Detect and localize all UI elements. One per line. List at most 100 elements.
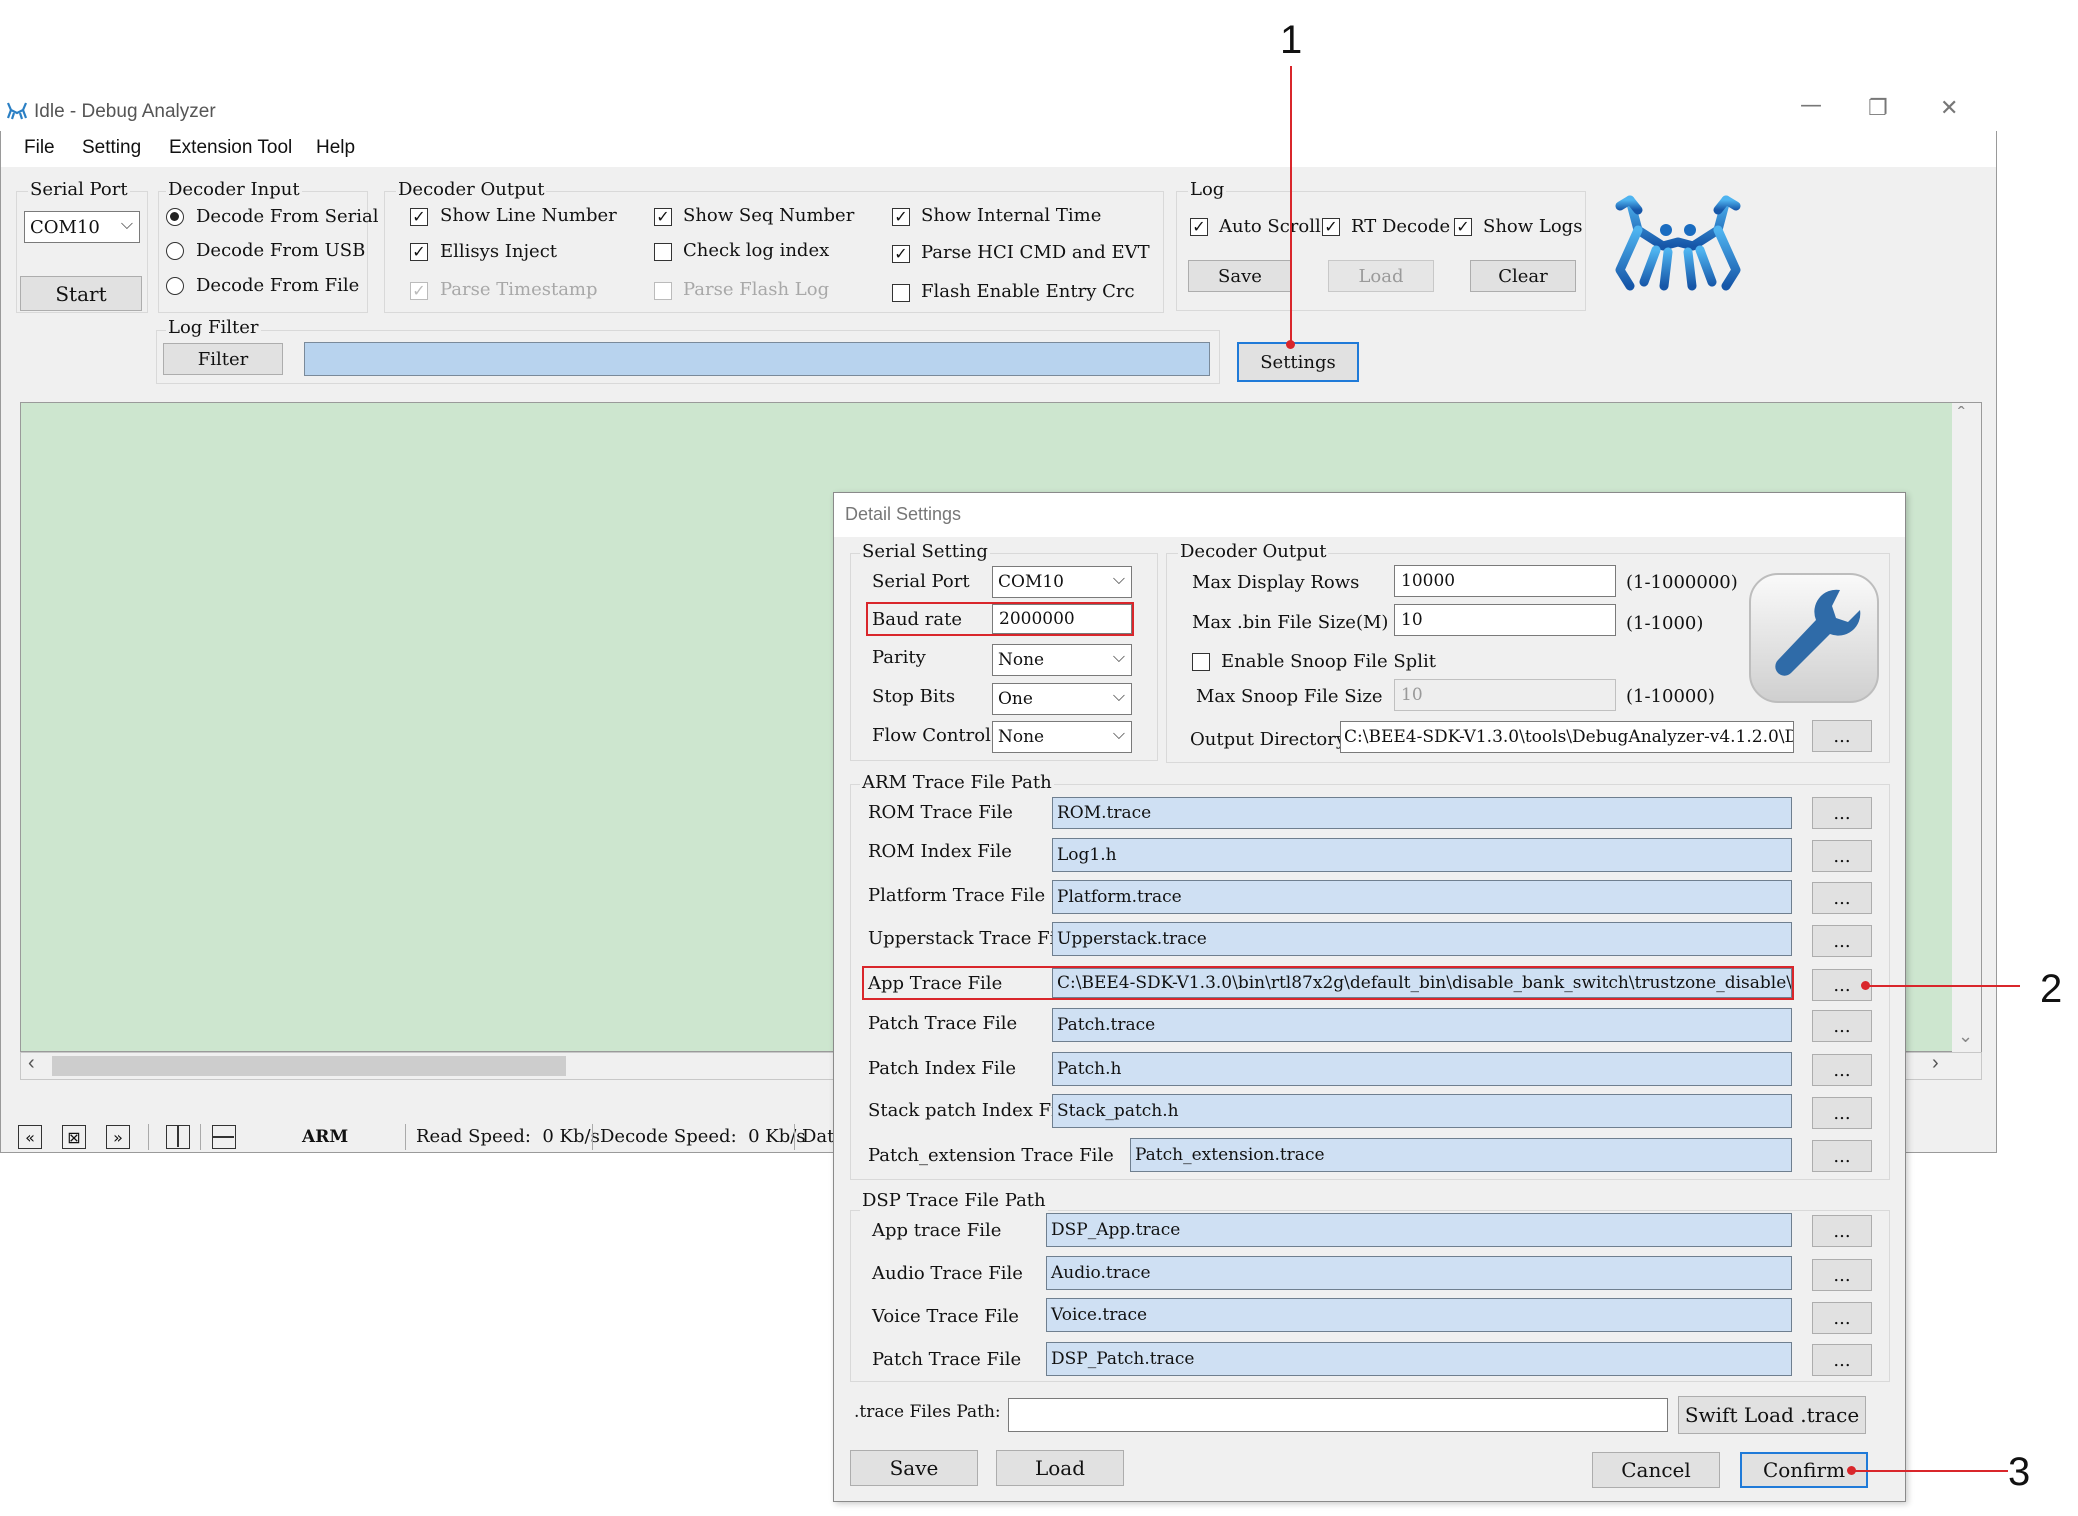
patch-index-input[interactable]: Patch.h — [1052, 1052, 1792, 1086]
start-button[interactable]: Start — [20, 276, 142, 311]
rt-decode-checkbox[interactable]: ✓ — [1322, 218, 1340, 236]
stack-patch-index-input[interactable]: Stack_patch.h — [1052, 1094, 1792, 1128]
rom-trace-browse-button[interactable]: ... — [1812, 797, 1872, 829]
output-directory-input[interactable]: C:\BEE4-SDK-V1.3.0\tools\DebugAnalyzer-v… — [1340, 721, 1794, 753]
log-clear-button[interactable]: Clear — [1470, 260, 1576, 292]
close-icon[interactable]: ✕ — [1940, 96, 1958, 121]
snoop-split-checkbox[interactable] — [1192, 653, 1210, 671]
restore-icon[interactable]: ❐ — [1868, 96, 1888, 121]
detail-serial-port-combo[interactable]: COM10 ⌵ — [992, 566, 1132, 598]
scroll-up-icon[interactable]: ˆ — [1958, 404, 1965, 427]
baud-rate-input[interactable]: 2000000 — [992, 604, 1132, 634]
status-separator — [148, 1124, 149, 1150]
scroll-left-icon[interactable]: ‹ — [28, 1052, 35, 1075]
scroll-right-icon[interactable]: › — [1932, 1052, 1939, 1075]
patch-extension-trace-label: Patch_extension Trace File — [868, 1145, 1114, 1166]
patch-extension-trace-input[interactable]: Patch_extension.trace — [1130, 1138, 1792, 1172]
check-log-index-checkbox[interactable] — [654, 243, 672, 261]
detail-cancel-button[interactable]: Cancel — [1592, 1452, 1720, 1488]
status-mode: ARM — [302, 1127, 349, 1147]
dsp-patch-trace-browse-button[interactable]: ... — [1812, 1344, 1872, 1376]
voice-trace-input[interactable]: Voice.trace — [1046, 1298, 1792, 1332]
decode-from-file-radio[interactable] — [166, 277, 184, 295]
rom-index-browse-button[interactable]: ... — [1812, 840, 1872, 872]
show-logs-checkbox[interactable]: ✓ — [1454, 218, 1472, 236]
detail-load-button[interactable]: Load — [996, 1450, 1124, 1486]
rom-index-input[interactable]: Log1.h — [1052, 838, 1792, 872]
serial-port-combo[interactable]: COM10 ⌵ — [24, 211, 140, 243]
vertical-scrollbar[interactable] — [1952, 403, 1981, 1052]
chevron-down-icon: ⌵ — [1112, 724, 1125, 743]
trace-files-path-input[interactable] — [1008, 1398, 1668, 1432]
patch-trace-browse-button[interactable]: ... — [1812, 1010, 1872, 1042]
callout-2-line — [1866, 985, 2020, 987]
callout-2-dot — [1861, 981, 1870, 990]
dsp-app-trace-input[interactable]: DSP_App.trace — [1046, 1213, 1792, 1247]
show-internal-time-checkbox[interactable]: ✓ — [892, 208, 910, 226]
show-line-number-checkbox[interactable]: ✓ — [410, 208, 428, 226]
decode-from-serial-label: Decode From Serial — [196, 206, 379, 227]
decoder-output-label: Decoder Output — [396, 179, 547, 200]
dsp-app-trace-browse-button[interactable]: ... — [1812, 1215, 1872, 1247]
max-snoop-size-input[interactable]: 10 — [1394, 679, 1616, 711]
patch-index-browse-button[interactable]: ... — [1812, 1054, 1872, 1086]
upperstack-trace-input[interactable]: Upperstack.trace — [1052, 922, 1792, 956]
decode-from-usb-radio[interactable] — [166, 242, 184, 260]
menu-help[interactable]: Help — [316, 137, 355, 159]
parse-flash-log-checkbox[interactable] — [654, 282, 672, 300]
filter-button[interactable]: Filter — [163, 343, 283, 375]
audio-trace-input[interactable]: Audio.trace — [1046, 1256, 1792, 1290]
parse-timestamp-checkbox[interactable]: ✓ — [410, 282, 428, 300]
split-horizontal-icon[interactable] — [212, 1125, 236, 1149]
audio-trace-label: Audio Trace File — [872, 1263, 1023, 1284]
show-seq-number-label: Show Seq Number — [683, 205, 855, 226]
ellisys-inject-checkbox[interactable]: ✓ — [410, 243, 428, 261]
log-filter-input[interactable] — [304, 342, 1210, 376]
callout-1-line — [1290, 66, 1292, 344]
max-bin-size-range: (1-1000) — [1626, 613, 1704, 634]
platform-trace-browse-button[interactable]: ... — [1812, 882, 1872, 914]
output-directory-browse-button[interactable]: ... — [1812, 720, 1872, 752]
app-trace-input[interactable]: C:\BEE4-SDK-V1.3.0\bin\rtl87x2g\default_… — [1052, 968, 1792, 998]
dsp-patch-trace-input[interactable]: DSP_Patch.trace — [1046, 1342, 1792, 1376]
voice-trace-browse-button[interactable]: ... — [1812, 1302, 1872, 1334]
split-vertical-icon[interactable] — [166, 1125, 190, 1149]
app-logo-icon — [5, 101, 29, 121]
menu-setting[interactable]: Setting — [82, 137, 141, 159]
menu-extension-tool[interactable]: Extension Tool — [169, 137, 292, 159]
max-bin-size-input[interactable]: 10 — [1394, 604, 1616, 636]
show-seq-number-checkbox[interactable]: ✓ — [654, 208, 672, 226]
log-load-button[interactable]: Load — [1328, 260, 1434, 292]
rom-trace-input[interactable]: ROM.trace — [1052, 797, 1792, 829]
callout-3-line — [1852, 1470, 2008, 1472]
patch-trace-input[interactable]: Patch.trace — [1052, 1008, 1792, 1042]
flash-enable-entry-crc-checkbox[interactable] — [892, 284, 910, 302]
parse-hci-cmd-checkbox[interactable]: ✓ — [892, 245, 910, 263]
first-page-icon[interactable]: « — [18, 1125, 42, 1149]
stack-patch-index-browse-button[interactable]: ... — [1812, 1097, 1872, 1129]
scroll-down-icon[interactable]: ⌄ — [1958, 1026, 1973, 1047]
platform-trace-input[interactable]: Platform.trace — [1052, 880, 1792, 914]
detail-save-button[interactable]: Save — [850, 1450, 978, 1486]
upperstack-trace-browse-button[interactable]: ... — [1812, 925, 1872, 957]
max-display-rows-input[interactable]: 10000 — [1394, 565, 1616, 597]
max-display-rows-label: Max Display Rows — [1192, 572, 1360, 593]
flow-control-combo[interactable]: None ⌵ — [992, 721, 1132, 753]
settings-button[interactable]: Settings — [1237, 342, 1359, 382]
parse-timestamp-label: Parse Timestamp — [440, 279, 598, 300]
decode-from-serial-radio[interactable] — [166, 208, 184, 226]
parity-combo[interactable]: None ⌵ — [992, 644, 1132, 676]
horizontal-scroll-thumb[interactable] — [52, 1056, 566, 1076]
stop-bits-combo[interactable]: One ⌵ — [992, 683, 1132, 715]
flash-enable-entry-crc-label: Flash Enable Entry Crc — [921, 281, 1135, 302]
minimize-icon[interactable]: — — [1800, 93, 1822, 118]
chevron-down-icon: ⌵ — [1112, 686, 1125, 705]
menu-file[interactable]: File — [24, 137, 55, 159]
last-page-icon[interactable]: » — [106, 1125, 130, 1149]
log-save-button[interactable]: Save — [1188, 260, 1292, 292]
audio-trace-browse-button[interactable]: ... — [1812, 1259, 1872, 1291]
patch-extension-trace-browse-button[interactable]: ... — [1812, 1140, 1872, 1172]
auto-scroll-checkbox[interactable]: ✓ — [1190, 218, 1208, 236]
clear-page-icon[interactable]: ⊠ — [62, 1125, 86, 1149]
swift-load-trace-button[interactable]: Swift Load .trace — [1678, 1396, 1866, 1434]
